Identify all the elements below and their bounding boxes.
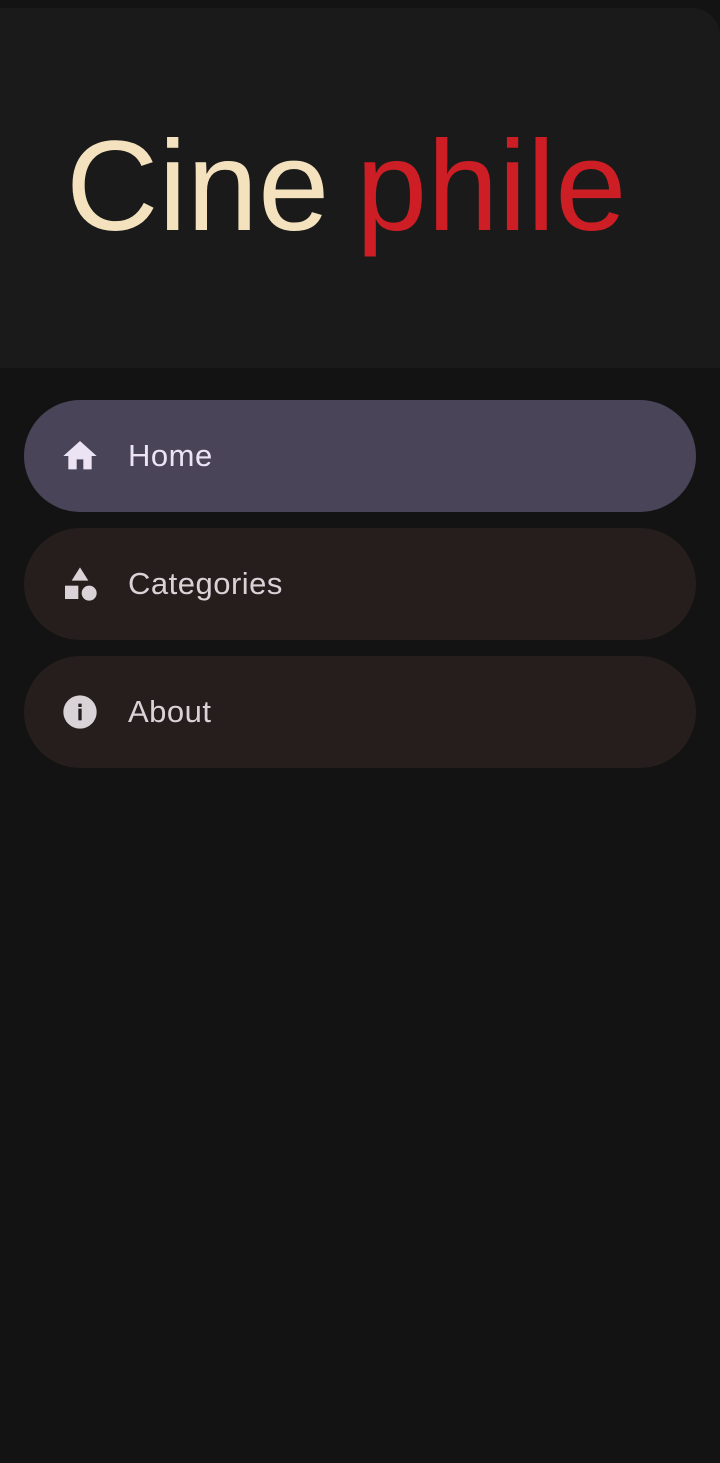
nav-item-categories[interactable]: Categories [24,528,696,640]
category-shapes-icon [60,564,100,604]
nav-item-about[interactable]: About [24,656,696,768]
nav-item-home[interactable]: Home [24,400,696,512]
logo-text-cine: Cine [66,115,329,258]
nav-label-about: About [128,694,212,729]
navigation-drawer: Cine phile Home Categories About [0,0,720,1463]
logo-text-phile: phile [356,115,626,258]
home-icon [60,436,100,476]
cinephile-logo: Cine phile [66,115,626,258]
drawer-nav: Home Categories About [24,400,696,784]
nav-label-home: Home [128,438,213,473]
drawer-header: Cine phile [0,8,720,368]
nav-label-categories: Categories [128,566,283,601]
info-icon [60,692,100,732]
